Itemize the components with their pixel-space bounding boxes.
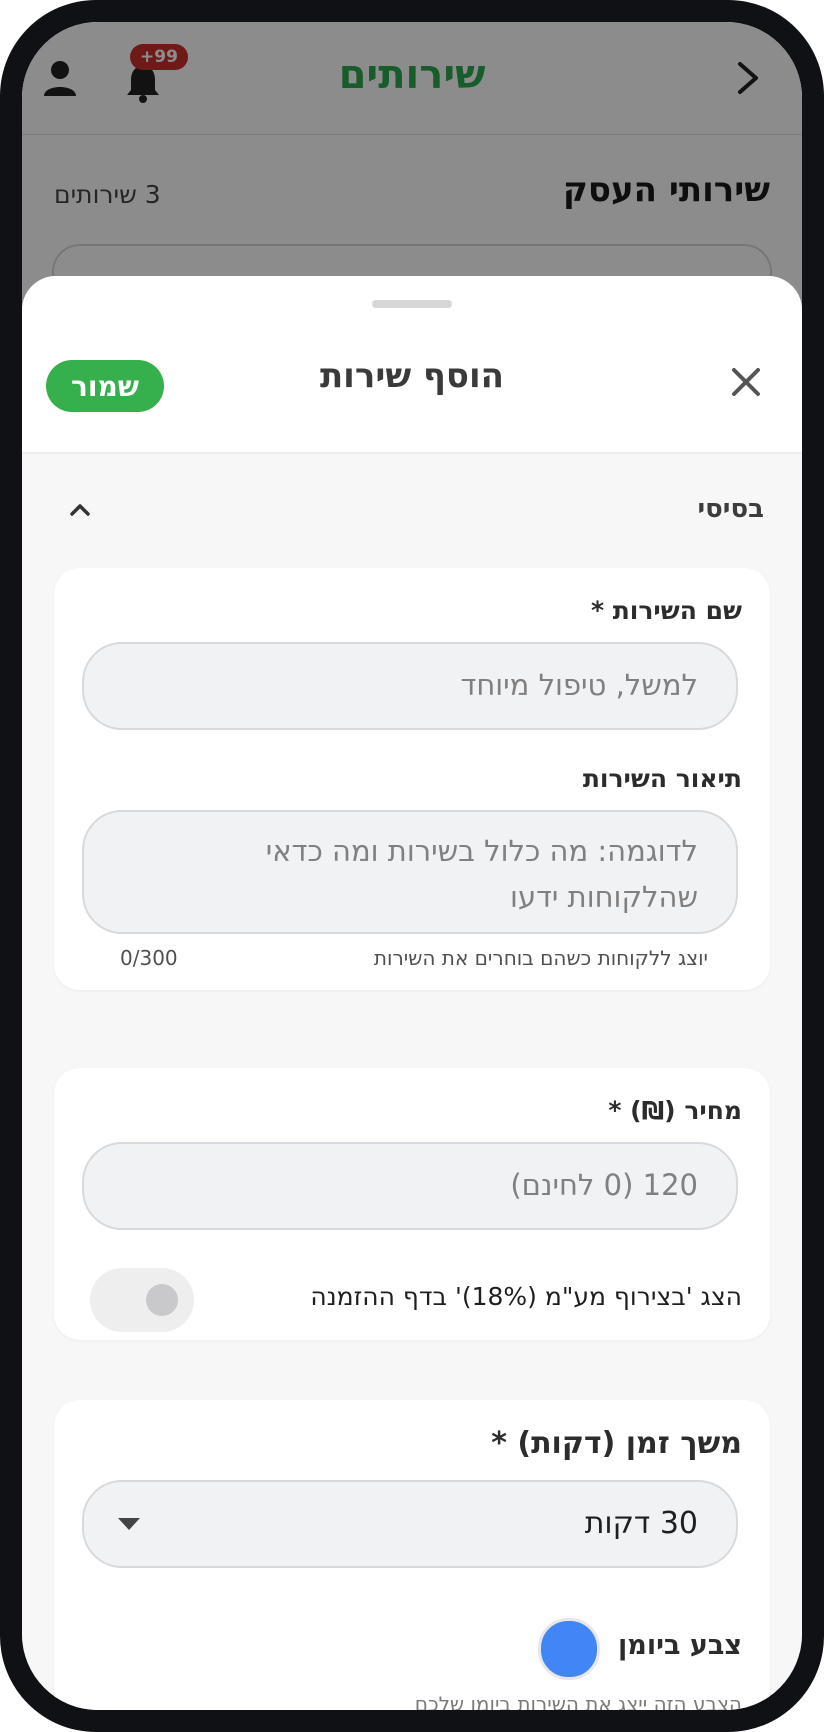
price-input[interactable]: 120 (0 לחינם) <box>82 1142 738 1230</box>
description-label: תיאור השירות <box>582 764 742 793</box>
calendar-color-label: צבע ביומן <box>618 1630 742 1661</box>
basic-info-card: שם השירות * למשל, טיפול מיוחד תיאור השיר… <box>54 568 770 990</box>
price-label: מחיר (₪) * <box>608 1096 742 1125</box>
sheet-header: הוסף שירות שמור <box>22 276 802 454</box>
close-icon <box>732 368 760 396</box>
phone-frame: שירותים +99 שירותי העסק 3 שירותים הוסף ש… <box>0 0 824 1732</box>
duration-select[interactable]: 30 דקות <box>82 1480 738 1568</box>
service-name-placeholder: למשל, טיפול מיוחד <box>460 668 698 702</box>
duration-selected-value: 30 דקות <box>584 1506 698 1541</box>
price-card: מחיר (₪) * 120 (0 לחינם) הצג 'בצירוף מע"… <box>54 1068 770 1340</box>
calendar-color-helper: הצבע הזה ייצג את השירות ביומן שלכם <box>414 1692 742 1710</box>
section-basic-label[interactable]: בסיסי <box>697 494 764 524</box>
service-name-label: שם השירות * <box>590 596 742 625</box>
price-placeholder: 120 (0 לחינם) <box>510 1168 698 1202</box>
dropdown-caret-icon <box>118 1518 140 1530</box>
vat-toggle-label: הצג 'בצירוף מע"מ (18%)' בדף ההזמנה <box>310 1282 742 1311</box>
screen: שירותים +99 שירותי העסק 3 שירותים הוסף ש… <box>22 22 802 1710</box>
chevron-up-icon[interactable] <box>66 496 94 524</box>
save-button[interactable]: שמור <box>46 360 164 412</box>
vat-toggle[interactable] <box>90 1268 194 1332</box>
drag-handle[interactable] <box>372 300 452 308</box>
description-helper: יוצג ללקוחות כשהם בוחרים את השירות <box>373 946 708 970</box>
duration-label: משך זמן (דקות) * <box>491 1426 742 1461</box>
calendar-color-swatch[interactable] <box>538 1618 600 1680</box>
description-textarea[interactable]: לדוגמה: מה כלול בשירות ומה כדאי שהלקוחות… <box>82 810 738 934</box>
description-counter: 0/300 <box>120 946 178 970</box>
description-placeholder-line1: לדוגמה: מה כלול בשירות ומה כדאי <box>265 834 698 868</box>
add-service-sheet: הוסף שירות שמור בסיסי שם השירות * למשל, … <box>22 276 802 1710</box>
description-placeholder-line2: שהלקוחות ידעו <box>510 880 698 914</box>
duration-card: משך זמן (דקות) * 30 דקות צבע ביומן הצבע … <box>54 1400 770 1710</box>
close-button[interactable] <box>722 358 770 406</box>
service-name-input[interactable]: למשל, טיפול מיוחד <box>82 642 738 730</box>
toggle-knob <box>146 1284 178 1316</box>
